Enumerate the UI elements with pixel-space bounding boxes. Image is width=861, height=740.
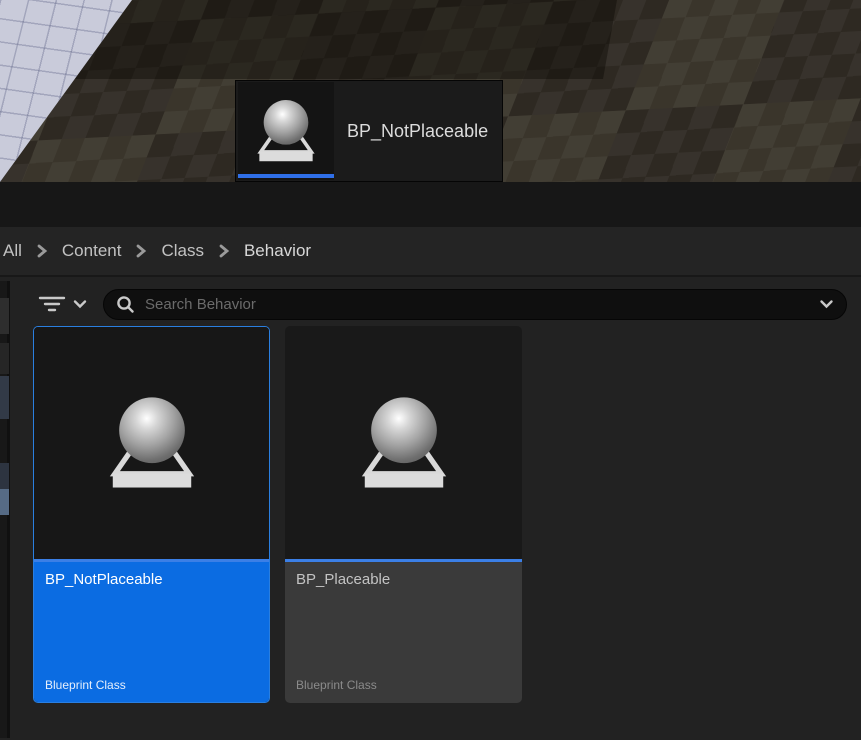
sphere-on-stand-icon (99, 390, 205, 496)
sources-panel-edge (0, 281, 10, 738)
asset-thumbnail (285, 326, 522, 559)
asset-thumbnail (34, 327, 269, 559)
breadcrumb-item-content[interactable]: Content (62, 241, 122, 261)
chevron-right-icon (135, 244, 147, 258)
asset-type-underline (238, 174, 334, 178)
asset-name: BP_NotPlaceable (45, 571, 258, 588)
asset-type-color-bar (285, 559, 522, 562)
level-viewport[interactable]: BP_NotPlaceable (0, 0, 861, 182)
content-browser-panel: BP_NotPlaceable Blueprint Class BP_Place… (0, 277, 861, 738)
search-bar[interactable] (103, 289, 847, 320)
asset-drag-label: BP_NotPlaceable (347, 121, 488, 142)
asset-tile-footer: BP_NotPlaceable Blueprint Class (34, 559, 269, 703)
asset-tile-bp-placeable[interactable]: BP_Placeable Blueprint Class (285, 326, 522, 703)
asset-grid: BP_NotPlaceable Blueprint Class BP_Place… (0, 320, 861, 703)
search-icon (116, 295, 135, 314)
tree-item-partial-selected[interactable] (0, 489, 9, 515)
chevron-down-icon (73, 299, 87, 309)
filters-button[interactable] (38, 293, 87, 315)
filter-icon (38, 293, 66, 315)
asset-drag-thumbnail (238, 82, 334, 180)
asset-tile-footer: BP_Placeable Blueprint Class (285, 559, 522, 703)
asset-type-label: Blueprint Class (296, 678, 377, 692)
asset-type-color-bar (34, 559, 269, 562)
asset-tile-bp-notplaceable[interactable]: BP_NotPlaceable Blueprint Class (33, 326, 270, 703)
tree-item-partial[interactable] (0, 463, 9, 489)
sphere-on-stand-icon (351, 390, 457, 496)
tree-item-partial[interactable] (0, 343, 9, 374)
chevron-right-icon (218, 244, 230, 258)
tree-item-partial[interactable] (0, 376, 9, 419)
tree-item-partial[interactable] (0, 298, 9, 334)
chevron-down-icon[interactable] (819, 299, 834, 309)
breadcrumb: All Content Class Behavior (0, 227, 861, 277)
content-browser-toolbar (0, 277, 861, 320)
asset-type-label: Blueprint Class (45, 678, 126, 692)
breadcrumb-item-behavior[interactable]: Behavior (244, 241, 311, 261)
breadcrumb-item-class[interactable]: Class (161, 241, 204, 261)
search-input[interactable] (145, 296, 819, 313)
panel-header-bar (0, 182, 861, 227)
sphere-on-stand-icon (250, 95, 322, 167)
asset-drag-preview[interactable]: BP_NotPlaceable (235, 80, 503, 182)
chevron-right-icon (36, 244, 48, 258)
asset-name: BP_Placeable (296, 571, 511, 588)
breadcrumb-item-all[interactable]: All (3, 241, 22, 261)
